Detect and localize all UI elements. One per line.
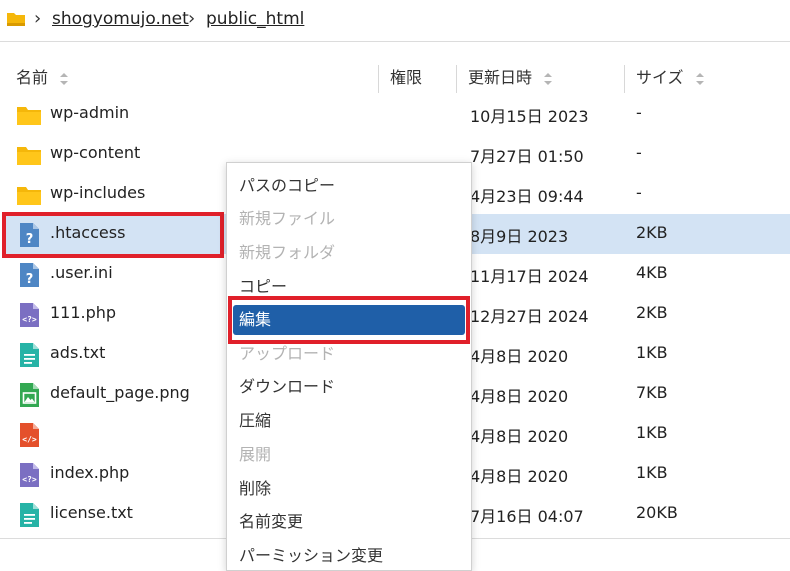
menu-item-extract: 展開: [239, 445, 272, 464]
file-size: 4KB: [636, 263, 668, 282]
file-date: 4月8日 2020: [470, 387, 569, 406]
file-size: 2KB: [636, 303, 668, 322]
menu-item-download[interactable]: ダウンロード: [233, 372, 465, 402]
menu-item-rename[interactable]: 名前変更: [233, 507, 465, 537]
menu-item-new-file: 新規ファイル: [239, 209, 336, 228]
file-size: 1KB: [636, 463, 668, 482]
file-size: 2KB: [636, 223, 668, 242]
file-date: 8月9日 2023: [470, 227, 569, 246]
file-name: wp-content: [50, 143, 141, 162]
menu-item-copy-path[interactable]: パスのコピー: [233, 171, 465, 201]
svg-text:?: ?: [26, 272, 34, 287]
file-name: wp-admin: [50, 103, 130, 122]
column-header-permission[interactable]: 権限: [390, 62, 422, 96]
sort-icon: [695, 72, 704, 85]
sort-icon: [60, 72, 69, 85]
file-name: default_page.png: [50, 383, 190, 402]
column-divider: [378, 65, 379, 93]
chevron-right-icon: ›: [188, 8, 196, 29]
file-name: ads.txt: [50, 343, 106, 362]
file-date: 4月23日 09:44: [470, 187, 584, 206]
column-header-size[interactable]: サイズ: [636, 62, 705, 96]
chevron-right-icon: ›: [34, 8, 42, 29]
breadcrumb-item-domain[interactable]: shogyomujo.net: [52, 9, 189, 29]
column-header-modified[interactable]: 更新日時: [468, 62, 553, 96]
highlight-box-edit: [228, 296, 470, 344]
file-date: 10月15日 2023: [470, 107, 589, 126]
svg-text:<?>: <?>: [22, 315, 37, 324]
column-divider: [624, 65, 625, 93]
file-table-header: 名前 権限 更新日時 サイズ: [0, 62, 790, 96]
file-date: 7月27日 01:50: [470, 147, 584, 166]
file-size: 1KB: [636, 423, 668, 442]
breadcrumb-item-public-html[interactable]: public_html: [206, 9, 304, 29]
svg-text:<?>: <?>: [22, 475, 37, 484]
highlight-box-htaccess: [2, 212, 224, 258]
file-name: license.txt: [50, 503, 133, 522]
menu-item-change-permission[interactable]: パーミッション変更: [233, 541, 465, 571]
file-size: -: [636, 183, 642, 202]
home-folder-icon[interactable]: [6, 11, 26, 27]
folder-icon: [16, 102, 42, 128]
folder-icon: [16, 182, 42, 208]
sort-icon: [544, 72, 553, 85]
svg-text:</>: </>: [22, 435, 37, 444]
table-row[interactable]: wp-admin 10月15日 2023 -: [4, 94, 790, 134]
column-header-name[interactable]: 名前: [16, 62, 69, 96]
html-file-icon: </>: [16, 422, 42, 448]
file-date: 4月8日 2020: [470, 467, 569, 486]
file-size: -: [636, 143, 642, 162]
file-size: 1KB: [636, 343, 668, 362]
file-size: -: [636, 103, 642, 122]
file-name: index.php: [50, 463, 130, 482]
file-date: 7月16日 04:07: [470, 507, 584, 526]
context-menu: パスのコピー 新規ファイル 新規フォルダ コピー 編集 アップロード ダウンロー…: [226, 162, 472, 571]
image-file-icon: [16, 382, 42, 408]
menu-item-compress[interactable]: 圧縮: [233, 406, 465, 436]
file-date: 11月17日 2024: [470, 267, 589, 286]
breadcrumb: › shogyomujo.net › public_html: [0, 0, 790, 42]
text-file-icon: [16, 342, 42, 368]
text-file-icon: [16, 502, 42, 528]
unknown-file-icon: ?: [16, 262, 42, 288]
file-date: 4月8日 2020: [470, 427, 569, 446]
menu-item-new-folder: 新規フォルダ: [239, 243, 336, 262]
file-name: .user.ini: [50, 263, 113, 282]
file-size: 7KB: [636, 383, 668, 402]
file-name: 111.php: [50, 303, 117, 322]
file-size: 20KB: [636, 503, 678, 522]
folder-icon: [16, 142, 42, 168]
file-date: 4月8日 2020: [470, 347, 569, 366]
file-name: wp-includes: [50, 183, 146, 202]
menu-item-delete[interactable]: 削除: [233, 474, 465, 504]
php-file-icon: <?>: [16, 462, 42, 488]
file-date: 12月27日 2024: [470, 307, 589, 326]
php-file-icon: <?>: [16, 302, 42, 328]
column-divider: [456, 65, 457, 93]
